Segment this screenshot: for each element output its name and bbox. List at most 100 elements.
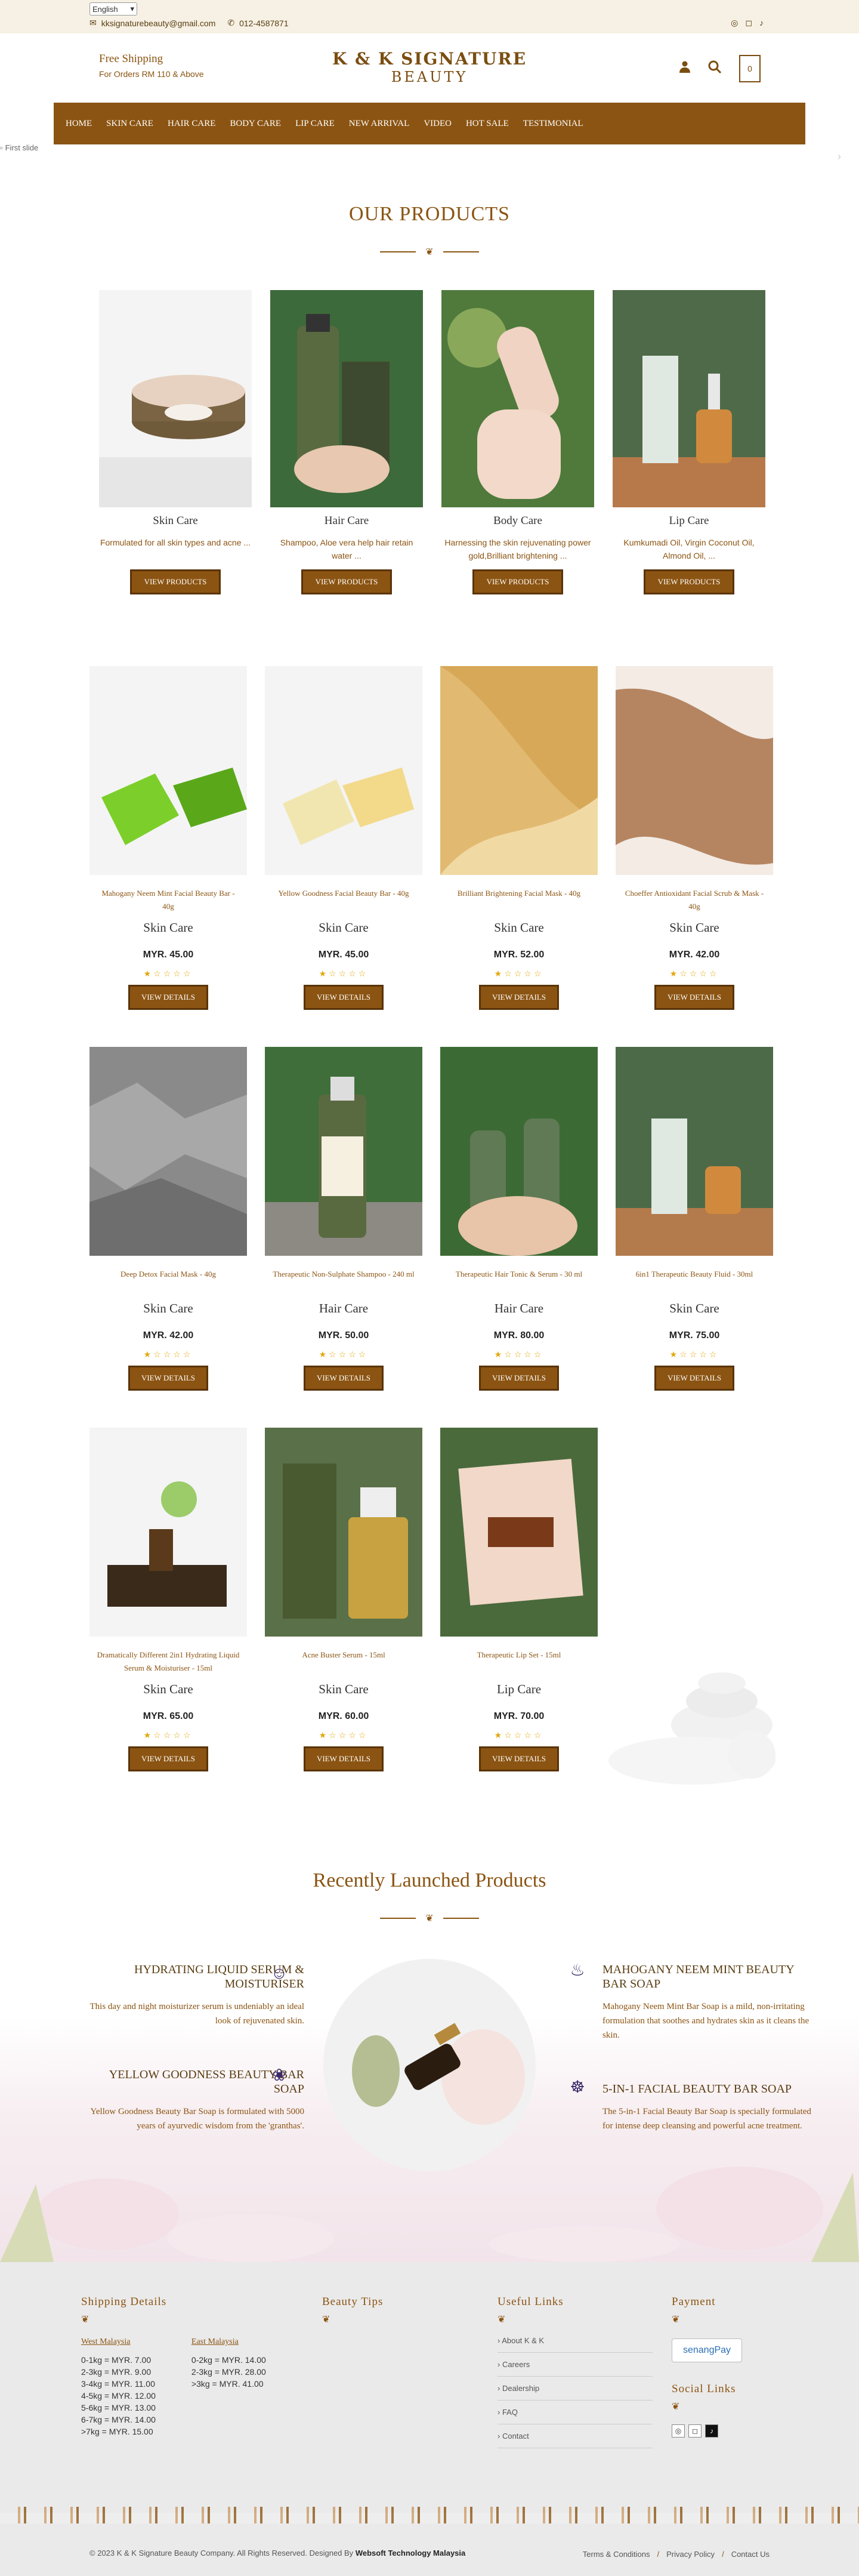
recent-item-4[interactable]: 5-IN-1 FACIAL BEAUTY BAR SOAP The 5-in-1… bbox=[602, 2082, 817, 2133]
view-details-button[interactable]: VIEW DETAILS bbox=[654, 1366, 734, 1391]
product-image[interactable] bbox=[89, 1047, 247, 1256]
language-select[interactable]: English ▾ bbox=[89, 2, 137, 16]
product-name[interactable]: Therapeutic Hair Tonic & Serum - 30 ml bbox=[440, 1268, 598, 1294]
footer-link[interactable]: › About K & K bbox=[498, 2329, 653, 2353]
footer-link[interactable]: › Dealership bbox=[498, 2377, 653, 2401]
view-details-button[interactable]: VIEW DETAILS bbox=[479, 1746, 559, 1771]
star-empty-icon: ☆ bbox=[504, 1730, 514, 1740]
bottom-link[interactable]: Terms & Conditions bbox=[583, 2550, 650, 2559]
product-image[interactable] bbox=[440, 1428, 598, 1637]
bottom-link[interactable]: Contact Us bbox=[731, 2550, 770, 2559]
product-image[interactable] bbox=[265, 1047, 422, 1256]
view-details-button[interactable]: VIEW DETAILS bbox=[304, 985, 384, 1010]
email-contact[interactable]: ✉ kksignaturebeauty@gmail.com bbox=[89, 18, 215, 28]
product-category: Skin Care bbox=[143, 920, 193, 935]
recent-item-text: Mahogany Neem Mint Bar Soap is a mild, n… bbox=[602, 2002, 809, 2040]
view-products-button[interactable]: VIEW PRODUCTS bbox=[644, 569, 734, 594]
view-products-button[interactable]: VIEW PRODUCTS bbox=[472, 569, 563, 594]
nav-item-home[interactable]: HOME bbox=[66, 119, 92, 129]
cart-button[interactable]: 0 bbox=[739, 55, 761, 82]
whatsapp-icon[interactable]: ◎ bbox=[672, 2424, 685, 2438]
category-image[interactable] bbox=[99, 290, 252, 507]
product-image[interactable] bbox=[89, 1428, 247, 1637]
view-details-button[interactable]: VIEW DETAILS bbox=[304, 1366, 384, 1391]
tiktok-icon[interactable]: ♪ bbox=[759, 18, 764, 28]
view-details-button[interactable]: VIEW DETAILS bbox=[654, 985, 734, 1010]
recent-item-3[interactable]: MAHOGANY NEEM MINT BEAUTY BAR SOAP Mahog… bbox=[602, 1962, 817, 2042]
category-card: Skin Care Formulated for all skin types a… bbox=[99, 290, 252, 594]
senangpay-logo[interactable]: senangPay bbox=[672, 2338, 742, 2362]
designer-link[interactable]: Websoft Technology Malaysia bbox=[356, 2549, 465, 2557]
nav-item-hair-care[interactable]: HAIR CARE bbox=[168, 119, 215, 129]
instagram-icon[interactable]: ◻ bbox=[688, 2424, 702, 2438]
nav-item-hot-sale[interactable]: HOT SALE bbox=[466, 119, 509, 129]
product-name[interactable]: Mahogany Neem Mint Facial Beauty Bar - 4… bbox=[89, 887, 247, 913]
product-image[interactable] bbox=[265, 1428, 422, 1637]
nav-item-new-arrival[interactable]: NEW ARRIVAL bbox=[349, 119, 410, 129]
chevron-right-icon: › bbox=[498, 2432, 502, 2441]
footer-link-label: About K & K bbox=[502, 2336, 545, 2345]
star-filled-icon: ★ bbox=[669, 969, 680, 978]
view-details-button[interactable]: VIEW DETAILS bbox=[128, 1366, 208, 1391]
product-image[interactable] bbox=[265, 666, 422, 875]
nav-item-testimonial[interactable]: TESTIMONIAL bbox=[523, 119, 583, 129]
product-name[interactable]: Yellow Goodness Facial Beauty Bar - 40g bbox=[265, 887, 422, 913]
product-name[interactable]: Choeffer Antioxidant Facial Scrub & Mask… bbox=[616, 887, 773, 913]
star-empty-icon: ☆ bbox=[173, 1730, 183, 1740]
star-empty-icon: ☆ bbox=[514, 969, 524, 978]
product-image[interactable] bbox=[440, 666, 598, 875]
product-name[interactable]: Dramatically Different 2in1 Hydrating Li… bbox=[89, 1648, 247, 1675]
whatsapp-icon[interactable]: ◎ bbox=[731, 18, 738, 28]
view-details-button[interactable]: VIEW DETAILS bbox=[128, 1746, 208, 1771]
nav-item-video[interactable]: VIDEO bbox=[424, 119, 452, 129]
copyright: © 2023 K & K Signature Beauty Company. A… bbox=[89, 2549, 465, 2557]
product-image[interactable] bbox=[616, 1047, 773, 1256]
footer-heading: Shipping Details bbox=[81, 2295, 167, 2308]
site-logo[interactable]: K & K SIGNATURE BEAUTY bbox=[310, 49, 549, 85]
star-empty-icon: ☆ bbox=[358, 969, 369, 978]
nav-item-body-care[interactable]: BODY CARE bbox=[230, 119, 281, 129]
star-empty-icon: ☆ bbox=[533, 969, 544, 978]
star-empty-icon: ☆ bbox=[709, 1349, 719, 1359]
product-price: MYR. 45.00 bbox=[318, 950, 369, 960]
category-image[interactable] bbox=[613, 290, 765, 507]
product-name[interactable]: Brilliant Brightening Facial Mask - 40g bbox=[440, 887, 598, 913]
star-empty-icon: ☆ bbox=[689, 969, 700, 978]
phone-contact[interactable]: ✆ 012-4587871 bbox=[227, 18, 288, 28]
user-icon[interactable] bbox=[679, 61, 690, 76]
product-name[interactable]: 6in1 Therapeutic Beauty Fluid - 30ml bbox=[616, 1268, 773, 1294]
view-products-button[interactable]: VIEW PRODUCTS bbox=[301, 569, 392, 594]
footer-link[interactable]: › FAQ bbox=[498, 2401, 653, 2424]
category-image[interactable] bbox=[270, 290, 423, 507]
footer-link[interactable]: › Contact bbox=[498, 2424, 653, 2448]
footer-link[interactable]: › Careers bbox=[498, 2353, 653, 2377]
slider-next-button[interactable]: › bbox=[838, 150, 841, 163]
category-image[interactable] bbox=[441, 290, 594, 507]
product-name[interactable]: Deep Detox Facial Mask - 40g bbox=[89, 1268, 247, 1294]
mail-icon: ✉ bbox=[89, 18, 97, 27]
nav-item-lip-care[interactable]: LIP CARE bbox=[295, 119, 335, 129]
view-details-button[interactable]: VIEW DETAILS bbox=[304, 1746, 384, 1771]
product-image[interactable] bbox=[89, 666, 247, 875]
product-name[interactable]: Therapeutic Non-Sulphate Shampoo - 240 m… bbox=[265, 1268, 422, 1294]
bottom-link[interactable]: Privacy Policy bbox=[666, 2550, 715, 2559]
star-empty-icon: ☆ bbox=[524, 1730, 534, 1740]
star-empty-icon: ☆ bbox=[163, 969, 174, 978]
product-name[interactable]: Therapeutic Lip Set - 15ml bbox=[440, 1648, 598, 1675]
nav-item-skin-care[interactable]: SKIN CARE bbox=[106, 119, 153, 129]
star-empty-icon: ☆ bbox=[514, 1349, 524, 1359]
view-products-button[interactable]: VIEW PRODUCTS bbox=[130, 569, 221, 594]
product-name[interactable]: Acne Buster Serum - 15ml bbox=[265, 1648, 422, 1675]
product-image[interactable] bbox=[616, 666, 773, 875]
view-details-button[interactable]: VIEW DETAILS bbox=[479, 1366, 559, 1391]
star-filled-icon: ★ bbox=[319, 1349, 329, 1359]
view-details-button[interactable]: VIEW DETAILS bbox=[479, 985, 559, 1010]
instagram-icon[interactable]: ◻ bbox=[745, 18, 752, 28]
star-empty-icon: ☆ bbox=[329, 1730, 339, 1740]
bottom-bar: © 2023 K & K Signature Beauty Company. A… bbox=[0, 2523, 859, 2576]
product-card: Therapeutic Non-Sulphate Shampoo - 240 m… bbox=[265, 1047, 422, 1391]
view-details-button[interactable]: VIEW DETAILS bbox=[128, 985, 208, 1010]
tiktok-icon[interactable]: ♪ bbox=[705, 2424, 718, 2438]
product-image[interactable] bbox=[440, 1047, 598, 1256]
search-icon[interactable] bbox=[708, 60, 722, 77]
